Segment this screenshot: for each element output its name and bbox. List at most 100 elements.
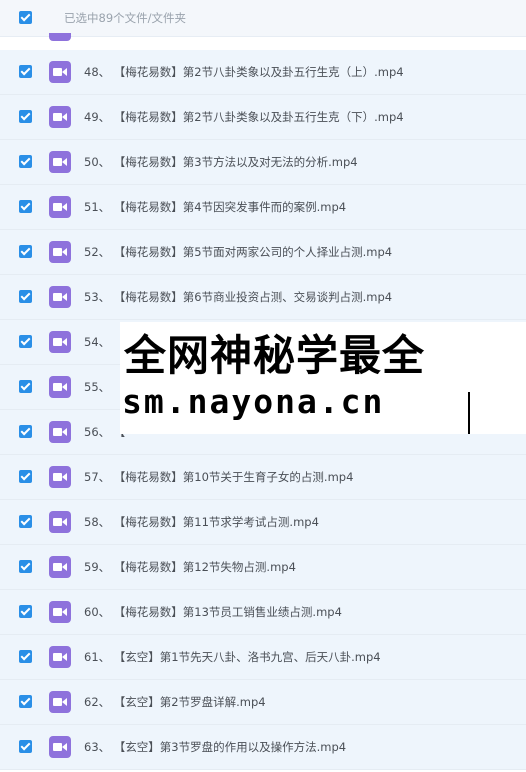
video-file-icon [49, 106, 71, 128]
file-row[interactable]: 59、 【梅花易数】第12节失物占测.mp4 [0, 545, 526, 590]
file-checkbox[interactable] [19, 605, 32, 618]
file-row[interactable]: 49、 【梅花易数】第2节八卦类象以及卦五行生克（下）.mp4 [0, 95, 526, 140]
video-file-icon [49, 196, 71, 218]
file-checkbox[interactable] [19, 380, 32, 393]
file-index: 62 [84, 695, 99, 709]
file-title: 【梅花易数】第3节方法以及对无法的分析.mp4 [113, 155, 358, 169]
index-separator: 、 [98, 155, 114, 169]
file-checkbox[interactable] [19, 155, 32, 168]
video-file-icon [49, 331, 71, 353]
file-name[interactable]: 57、 【梅花易数】第10节关于生育子女的占测.mp4 [84, 469, 353, 485]
file-index: 55 [84, 380, 99, 394]
index-separator: 、 [98, 650, 114, 664]
file-checkbox[interactable] [19, 695, 32, 708]
file-name[interactable]: 48、 【梅花易数】第2节八卦类象以及卦五行生克（上）.mp4 [84, 64, 404, 80]
file-index: 58 [84, 515, 99, 529]
video-file-icon [49, 511, 71, 533]
file-name[interactable]: 58、 【梅花易数】第11节求学考试占测.mp4 [84, 514, 319, 530]
file-index: 51 [84, 200, 99, 214]
text-cursor [468, 392, 470, 434]
file-index: 53 [84, 290, 99, 304]
file-title: 【梅花易数】第12节失物占测.mp4 [113, 560, 296, 574]
file-row[interactable]: 58、 【梅花易数】第11节求学考试占测.mp4 [0, 500, 526, 545]
file-checkbox[interactable] [19, 650, 32, 663]
file-row[interactable]: 57、 【梅花易数】第10节关于生育子女的占测.mp4 [0, 455, 526, 500]
file-checkbox[interactable] [19, 425, 32, 438]
file-checkbox[interactable] [19, 245, 32, 258]
file-name[interactable]: 60、 【梅花易数】第13节员工销售业绩占测.mp4 [84, 604, 342, 620]
file-checkbox[interactable] [19, 290, 32, 303]
file-row[interactable]: 51、 【梅花易数】第4节因突发事件而的案例.mp4 [0, 185, 526, 230]
file-title: 【梅花易数】第2节八卦类象以及卦五行生克（下）.mp4 [113, 110, 404, 124]
file-index: 63 [84, 740, 99, 754]
video-file-icon [49, 241, 71, 263]
watermark-url: sm.nayona.cn [122, 382, 385, 421]
file-row[interactable]: 61、 【玄空】第1节先天八卦、洛书九宫、后天八卦.mp4 [0, 635, 526, 680]
video-file-icon [49, 151, 71, 173]
file-name[interactable]: 52、 【梅花易数】第5节面对两家公司的个人择业占测.mp4 [84, 244, 392, 260]
file-checkbox[interactable] [19, 515, 32, 528]
file-name[interactable]: 49、 【梅花易数】第2节八卦类象以及卦五行生克（下）.mp4 [84, 109, 404, 125]
file-checkbox[interactable] [19, 560, 32, 573]
index-separator: 、 [98, 740, 114, 754]
file-name[interactable]: 61、 【玄空】第1节先天八卦、洛书九宫、后天八卦.mp4 [84, 649, 381, 665]
file-index: 57 [84, 470, 99, 484]
file-index: 50 [84, 155, 99, 169]
file-index: 52 [84, 245, 99, 259]
video-file-icon [49, 736, 71, 758]
file-index: 61 [84, 650, 99, 664]
file-row[interactable]: 50、 【梅花易数】第3节方法以及对无法的分析.mp4 [0, 140, 526, 185]
index-separator: 、 [98, 695, 114, 709]
watermark-title: 全网神秘学最全 [124, 331, 426, 380]
video-file-icon [49, 556, 71, 578]
file-index: 60 [84, 605, 99, 619]
file-title: 【梅花易数】第4节因突发事件而的案例.mp4 [113, 200, 347, 214]
file-checkbox[interactable] [19, 740, 32, 753]
index-separator: 、 [98, 290, 114, 304]
select-all-checkbox[interactable] [19, 11, 32, 24]
file-checkbox[interactable] [19, 200, 32, 213]
index-separator: 、 [98, 335, 114, 349]
index-separator: 、 [98, 515, 114, 529]
file-row[interactable]: 62、 【玄空】第2节罗盘详解.mp4 [0, 680, 526, 725]
selection-header: 已选中89个文件/文件夹 [0, 0, 526, 37]
video-file-icon [49, 286, 71, 308]
selection-count-text: 已选中89个文件/文件夹 [64, 11, 187, 25]
file-checkbox[interactable] [19, 335, 32, 348]
index-separator: 、 [98, 110, 114, 124]
file-name[interactable]: 53、 【梅花易数】第6节商业投资占测、交易谈判占测.mp4 [84, 289, 392, 305]
video-file-icon [49, 61, 71, 83]
file-title: 【梅花易数】第10节关于生育子女的占测.mp4 [113, 470, 354, 484]
video-file-icon [49, 376, 71, 398]
file-checkbox[interactable] [19, 110, 32, 123]
file-name[interactable]: 62、 【玄空】第2节罗盘详解.mp4 [84, 694, 266, 710]
file-name[interactable]: 59、 【梅花易数】第12节失物占测.mp4 [84, 559, 296, 575]
index-separator: 、 [98, 605, 114, 619]
video-file-icon [49, 466, 71, 488]
video-file-icon [49, 33, 71, 41]
file-name[interactable]: 50、 【梅花易数】第3节方法以及对无法的分析.mp4 [84, 154, 358, 170]
video-file-icon [49, 691, 71, 713]
file-title: 【玄空】第3节罗盘的作用以及操作方法.mp4 [113, 740, 347, 754]
file-title: 【梅花易数】第11节求学考试占测.mp4 [113, 515, 319, 529]
video-file-icon [49, 646, 71, 668]
file-row[interactable]: 53、 【梅花易数】第6节商业投资占测、交易谈判占测.mp4 [0, 275, 526, 320]
file-name[interactable]: 51、 【梅花易数】第4节因突发事件而的案例.mp4 [84, 199, 346, 215]
file-index: 48 [84, 65, 99, 79]
file-title: 【梅花易数】第6节商业投资占测、交易谈判占测.mp4 [113, 290, 393, 304]
file-row[interactable]: 52、 【梅花易数】第5节面对两家公司的个人择业占测.mp4 [0, 230, 526, 275]
file-name[interactable]: 63、 【玄空】第3节罗盘的作用以及操作方法.mp4 [84, 739, 346, 755]
file-index: 59 [84, 560, 99, 574]
file-checkbox[interactable] [19, 65, 32, 78]
file-checkbox[interactable] [19, 470, 32, 483]
file-title: 【玄空】第2节罗盘详解.mp4 [113, 695, 266, 709]
file-row[interactable]: 63、 【玄空】第3节罗盘的作用以及操作方法.mp4 [0, 725, 526, 770]
index-separator: 、 [98, 425, 114, 439]
file-index: 54 [84, 335, 99, 349]
file-title: 【梅花易数】第2节八卦类象以及卦五行生克（上）.mp4 [113, 65, 404, 79]
index-separator: 、 [98, 380, 114, 394]
watermark-overlay: 全网神秘学最全 sm.nayona.cn [120, 322, 526, 434]
file-row[interactable]: 60、 【梅花易数】第13节员工销售业绩占测.mp4 [0, 590, 526, 635]
file-row[interactable]: 48、 【梅花易数】第2节八卦类象以及卦五行生克（上）.mp4 [0, 50, 526, 95]
index-separator: 、 [98, 470, 114, 484]
